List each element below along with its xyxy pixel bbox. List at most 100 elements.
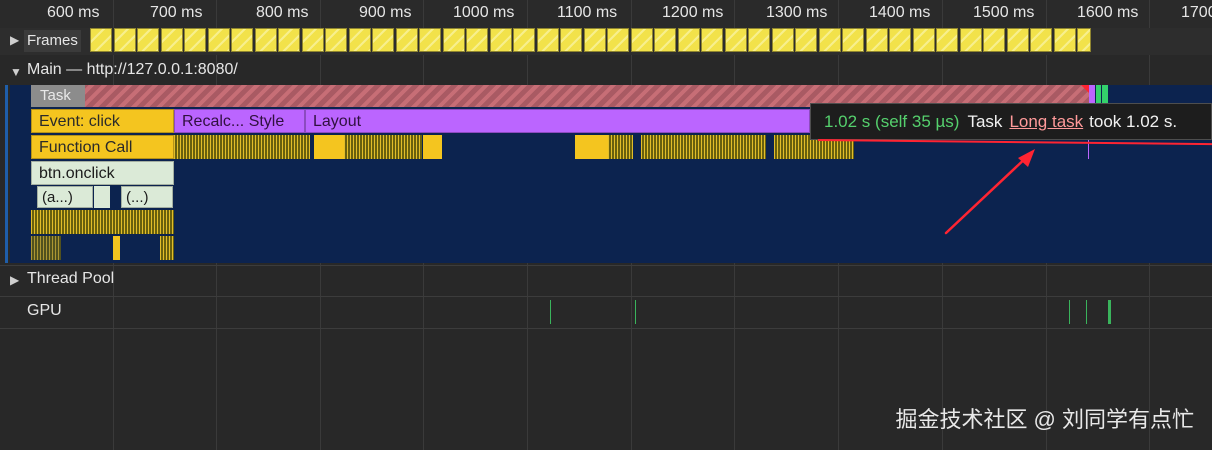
frame-block[interactable]	[583, 28, 606, 52]
frame-block[interactable]	[254, 28, 277, 52]
frame-block[interactable]	[442, 28, 465, 52]
ruler-label: 600 ms	[47, 4, 100, 21]
ruler-label: 1300 ms	[766, 4, 828, 21]
frame-block[interactable]	[983, 28, 1005, 52]
function-call-slice[interactable]	[314, 135, 344, 159]
nested-call-slices[interactable]	[160, 236, 174, 260]
frame-block[interactable]	[90, 28, 112, 52]
layout-event[interactable]: Layout	[305, 109, 810, 133]
gpu-activity-marker	[1069, 300, 1070, 324]
frame-block[interactable]	[818, 28, 841, 52]
frame-block[interactable]	[231, 28, 253, 52]
frame-block[interactable]	[207, 28, 230, 52]
frame-block[interactable]	[771, 28, 794, 52]
small-function-event[interactable]	[94, 186, 110, 208]
frame-block[interactable]	[419, 28, 441, 52]
frame-block[interactable]	[489, 28, 512, 52]
function-call-slice[interactable]	[423, 135, 442, 159]
long-task-tooltip: 1.02 s (self 35 µs) Task Long task took 1.0…	[810, 103, 1212, 140]
task-duration: 1.02 s (self 35 µs)	[824, 112, 960, 131]
frame-block[interactable]	[137, 28, 159, 52]
function-call-slices[interactable]	[608, 135, 633, 159]
frame-block[interactable]	[348, 28, 371, 52]
gpu-activity-marker	[1108, 300, 1111, 324]
ruler-label: 800 ms	[256, 4, 309, 21]
function-call-slice[interactable]	[575, 135, 608, 159]
frame-block[interactable]	[607, 28, 629, 52]
gpu-activity-marker	[550, 300, 551, 324]
ruler-label: 1500 ms	[973, 4, 1035, 21]
function-call-event[interactable]: Function Call	[31, 135, 174, 159]
frame-block[interactable]	[372, 28, 394, 52]
watermark: 掘金技术社区 @ 刘同学有点忙	[895, 407, 1194, 432]
nested-call-slice[interactable]	[113, 236, 120, 260]
annotation-arrow-icon	[944, 149, 1035, 235]
frame-block[interactable]	[936, 28, 958, 52]
function-call-slices[interactable]	[344, 135, 422, 159]
frame-block[interactable]	[701, 28, 723, 52]
thread-pool-label[interactable]: Thread Pool	[27, 270, 114, 288]
btn-onclick-event[interactable]: btn.onclick	[31, 161, 174, 185]
frame-block[interactable]	[301, 28, 324, 52]
nested-call-slices[interactable]	[31, 236, 61, 260]
ruler-label: 900 ms	[359, 4, 412, 21]
expand-triangle-icon[interactable]: ▶	[10, 273, 19, 287]
frame-block[interactable]	[912, 28, 935, 52]
frame-block[interactable]	[748, 28, 770, 52]
painting-marker	[1096, 85, 1101, 105]
frame-block[interactable]	[1053, 28, 1076, 52]
ruler-label: 1400 ms	[869, 4, 931, 21]
frame-block[interactable]	[160, 28, 183, 52]
frame-block[interactable]	[1077, 28, 1091, 52]
tooltip-message: took 1.02 s.	[1089, 112, 1178, 131]
frame-block[interactable]	[560, 28, 582, 52]
frame-block[interactable]	[536, 28, 559, 52]
selected-track-indicator	[5, 85, 8, 263]
ruler-label: 1600 ms	[1077, 4, 1139, 21]
painting-marker	[1102, 85, 1108, 105]
gpu-activity-marker	[1086, 300, 1087, 324]
frame-block[interactable]	[724, 28, 747, 52]
frame-block[interactable]	[889, 28, 911, 52]
frame-block[interactable]	[1030, 28, 1052, 52]
frame-block[interactable]	[395, 28, 418, 52]
task-event[interactable]: Task	[31, 85, 85, 107]
frame-block[interactable]	[865, 28, 888, 52]
thread-pool-track[interactable]	[0, 265, 1212, 297]
long-task-link[interactable]: Long task	[1009, 112, 1083, 131]
frame-block[interactable]	[325, 28, 347, 52]
frame-block[interactable]	[795, 28, 817, 52]
frame-block[interactable]	[677, 28, 700, 52]
frame-block[interactable]	[113, 28, 136, 52]
frame-block[interactable]	[630, 28, 653, 52]
ruler-label: 1100 ms	[557, 4, 618, 21]
expand-triangle-icon[interactable]: ▶	[10, 33, 19, 47]
function-call-slices[interactable]	[174, 135, 310, 159]
anonymous-function-event[interactable]: (a...)	[37, 186, 93, 208]
frame-block[interactable]	[513, 28, 535, 52]
ruler-label: 1700 ms	[1181, 4, 1212, 21]
ruler-label: 1200 ms	[662, 4, 724, 21]
frame-block[interactable]	[1006, 28, 1029, 52]
nested-call-slices[interactable]	[31, 210, 174, 234]
frame-block[interactable]	[278, 28, 300, 52]
frames-track-label: Frames	[24, 30, 81, 52]
rendering-marker	[1089, 85, 1095, 105]
frame-block[interactable]	[466, 28, 488, 52]
event-click[interactable]: Event: click	[31, 109, 174, 133]
gpu-label: GPU	[27, 302, 62, 319]
ruler-label: 1000 ms	[453, 4, 515, 21]
anonymous-function-event[interactable]: (...)	[121, 186, 173, 208]
gpu-track[interactable]	[0, 297, 1212, 329]
frame-block[interactable]	[842, 28, 864, 52]
frame-block[interactable]	[654, 28, 676, 52]
collapse-triangle-icon[interactable]: ▼	[10, 65, 22, 79]
frame-block[interactable]	[959, 28, 982, 52]
function-call-slices[interactable]	[641, 135, 766, 159]
gpu-activity-marker	[635, 300, 636, 324]
tooltip-task-name: Task	[967, 112, 1003, 131]
frame-block[interactable]	[184, 28, 206, 52]
recalc-style-event[interactable]: Recalc... Style	[174, 109, 305, 133]
main-track-label[interactable]: Main — http://127.0.0.1:8080/	[27, 61, 238, 79]
ruler-label: 700 ms	[150, 4, 203, 21]
